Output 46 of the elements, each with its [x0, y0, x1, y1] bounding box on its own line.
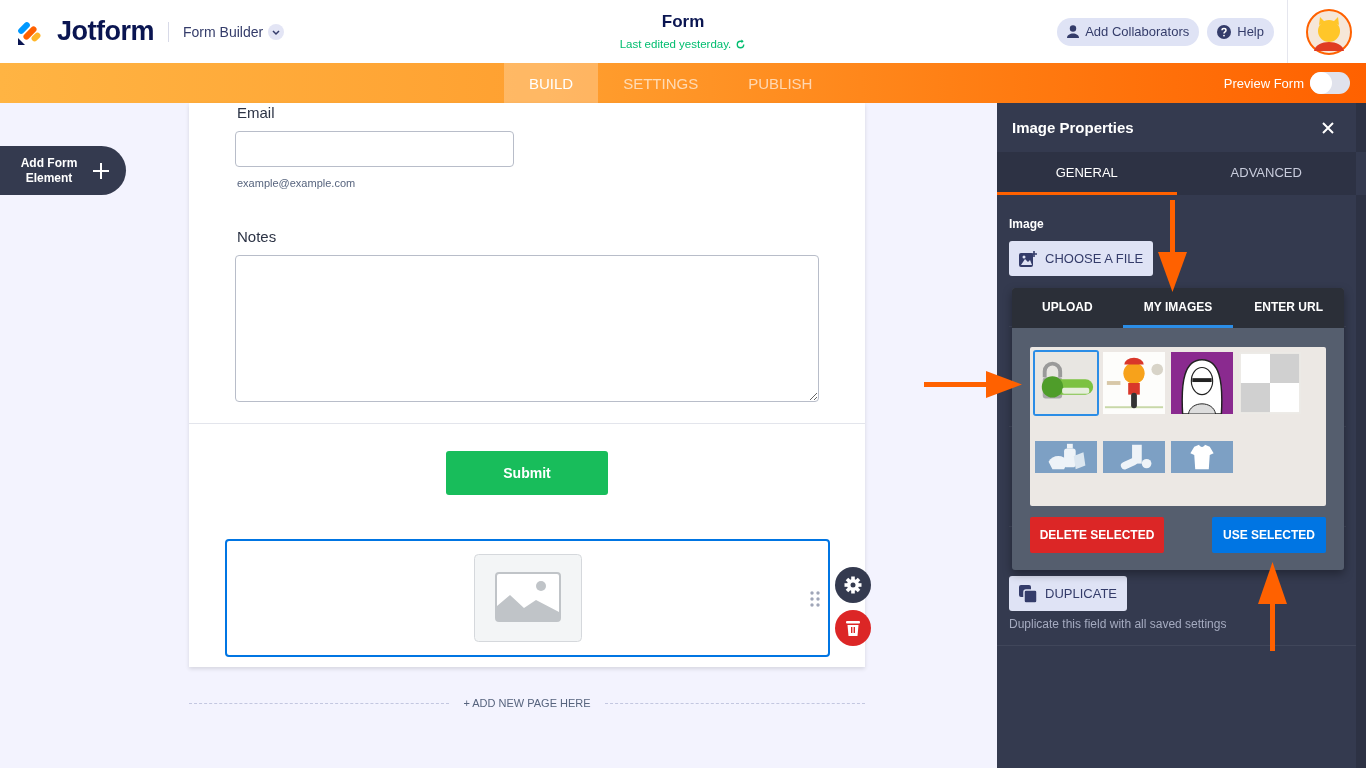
- image-thumbnail[interactable]: [1033, 439, 1099, 475]
- image-label: Image: [1009, 217, 1045, 231]
- add-new-page-link[interactable]: + ADD NEW PAGE HERE: [463, 697, 591, 709]
- add-image-icon: [1019, 250, 1037, 267]
- settings-icon[interactable]: [835, 567, 871, 603]
- image-field[interactable]: [225, 539, 830, 657]
- add-form-element-button[interactable]: Add Form Element: [0, 146, 126, 195]
- duplicate-button[interactable]: DUPLICATE: [1009, 576, 1127, 611]
- panel-title: Image Properties: [1012, 119, 1134, 136]
- image-placeholder-icon: [473, 554, 582, 642]
- help-icon: [1217, 24, 1232, 39]
- last-edited-text: Last edited yesterday.: [619, 38, 732, 50]
- use-selected-button[interactable]: USE SELECTED: [1212, 517, 1326, 553]
- add-collaborators-button[interactable]: Add Collaborators: [1057, 17, 1200, 46]
- choose-file-button[interactable]: CHOOSE A FILE: [1009, 241, 1154, 276]
- form-title[interactable]: Form: [533, 12, 833, 32]
- picker-tab[interactable]: MY IMAGES: [1122, 288, 1234, 328]
- panel-tab[interactable]: ADVANCED: [1176, 152, 1356, 195]
- close-icon[interactable]: [1322, 121, 1334, 134]
- refresh-icon[interactable]: [735, 38, 747, 50]
- image-thumbnail[interactable]: [1169, 439, 1235, 475]
- logo-text[interactable]: Jotform: [57, 16, 154, 47]
- delete-selected-button[interactable]: DELETE SELECTED: [1030, 517, 1164, 553]
- drag-handle-icon[interactable]: [810, 591, 820, 607]
- picker-tab[interactable]: ENTER URL: [1233, 288, 1344, 328]
- preview-form-label: Preview Form: [1223, 75, 1304, 91]
- person-icon: [1067, 25, 1080, 38]
- email-input[interactable]: [235, 131, 514, 167]
- panel-tab[interactable]: GENERAL: [997, 152, 1177, 195]
- field-label: Notes: [237, 228, 278, 245]
- image-thumbnail[interactable]: [1101, 350, 1167, 416]
- duplicate-icon: [1019, 584, 1037, 603]
- avatar[interactable]: [1306, 8, 1352, 55]
- image-thumbnail[interactable]: [1033, 350, 1099, 416]
- product-menu[interactable]: Form Builder: [183, 23, 285, 40]
- field-hint: example@example.com: [237, 177, 357, 189]
- image-thumbnail[interactable]: [1101, 439, 1167, 475]
- help-button[interactable]: Help: [1207, 17, 1274, 46]
- preview-toggle[interactable]: [1310, 72, 1350, 94]
- field-label: Email: [237, 104, 276, 121]
- delete-icon[interactable]: [835, 610, 871, 646]
- picker-tab[interactable]: UPLOAD: [1012, 288, 1123, 328]
- image-thumbnail[interactable]: [1169, 350, 1235, 416]
- plus-icon: [92, 161, 110, 180]
- chevron-down-icon: [268, 23, 285, 40]
- duplicate-description: Duplicate this field with all saved settings: [1009, 617, 1228, 631]
